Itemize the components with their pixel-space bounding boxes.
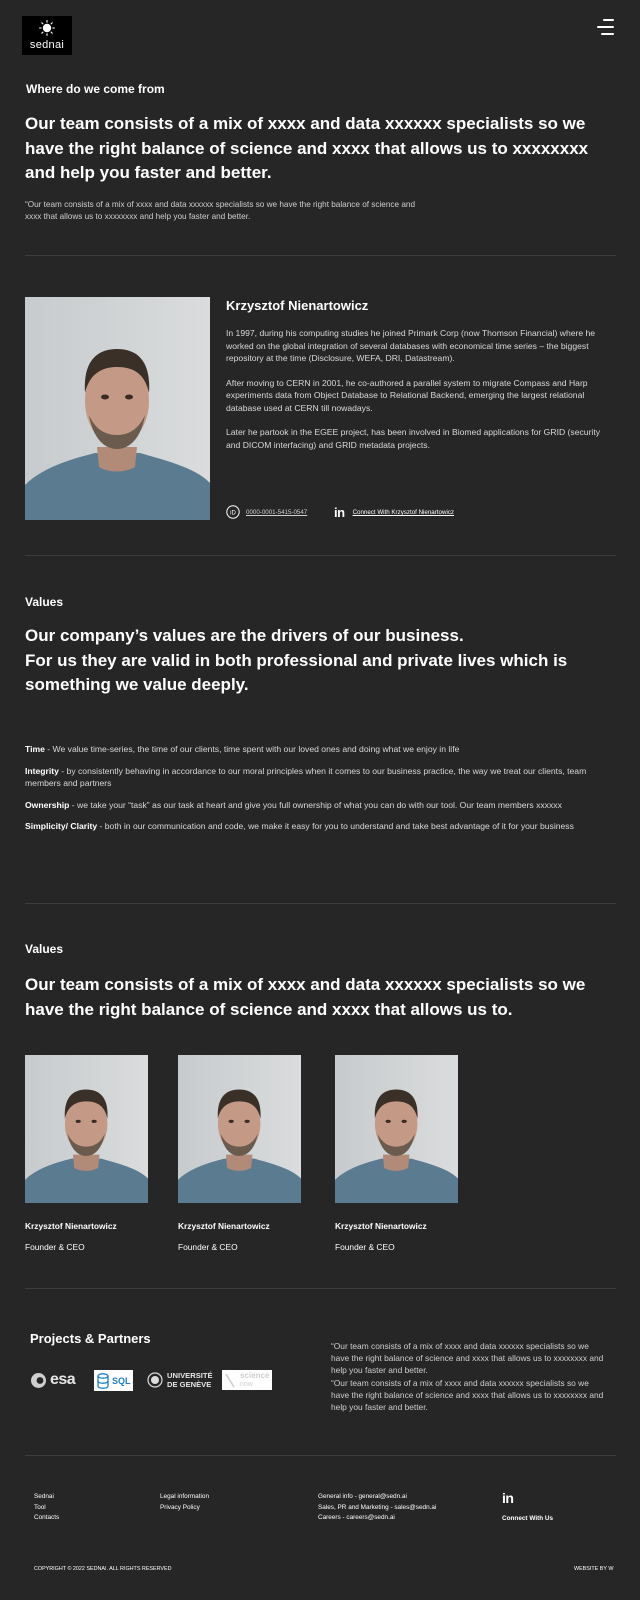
member-name: Krzysztof Nienartowicz <box>335 1221 427 1231</box>
bio-paragraph: After moving to CERN in 2001, he co-auth… <box>226 377 588 413</box>
member-role: Founder & CEO <box>178 1242 238 1252</box>
intro-eyebrow: Where do we come from <box>26 82 165 96</box>
sql-logo[interactable]: SQL <box>94 1370 133 1391</box>
founder-name: Krzysztof Nienartowicz <box>226 298 369 313</box>
value-item: Time - We value time-series, the time of… <box>25 743 615 756</box>
divider <box>25 1455 616 1456</box>
values-heading-line: Our company’s values are the drivers of … <box>25 626 464 645</box>
intro-heading: Our team consists of a mix of xxxx and d… <box>25 114 589 182</box>
menu-icon[interactable] <box>596 18 614 36</box>
value-text: - by consistently behaving in accordance… <box>25 765 587 789</box>
sql-wordmark: SQL <box>112 1375 131 1386</box>
intro-quote: “Our team consists of a mix of xxxx and … <box>25 200 415 221</box>
brand-logo[interactable]: sednai <box>22 16 72 55</box>
value-item: Simplicity/ Clarity - both in our commun… <box>25 820 615 833</box>
founder-bio: In 1997, during his computing studies he… <box>226 327 606 463</box>
footer-col-nav: Sednai Tool Contacts <box>34 1492 59 1524</box>
founder-linkedin-label[interactable]: Connect With Krzysztof Nienartowicz <box>353 509 454 516</box>
orcid-icon: iD <box>226 505 240 519</box>
member-photo <box>178 1055 301 1203</box>
copyright: COPYRIGHT © 2022 SEDNAI. ALL RIGHTS RESE… <box>34 1566 172 1572</box>
sun-icon <box>39 20 55 36</box>
member-role: Founder & CEO <box>335 1242 395 1252</box>
team-eyebrow: Values <box>25 942 64 956</box>
footer-link-privacy[interactable]: Privacy Policy <box>160 1503 209 1514</box>
svg-text:iD: iD <box>230 510 236 516</box>
bio-paragraph: In 1997, during his computing studies he… <box>226 328 596 363</box>
bio-paragraph: Later he partook in the EGEE project, ha… <box>226 427 601 450</box>
science-line2: now <box>240 1381 253 1388</box>
footer-email-sales[interactable]: Sales, PR and Marketing - sales@sedn.ai <box>318 1503 436 1514</box>
value-title: Ownership <box>25 799 70 810</box>
geneve-line1: UNIVERSITÉ <box>167 1371 213 1380</box>
linkedin-icon[interactable]: in <box>502 1490 514 1506</box>
footer-email-general[interactable]: General info - general@sedn.ai <box>318 1492 436 1503</box>
divider <box>25 1288 616 1289</box>
esa-wordmark: esa <box>50 1371 76 1388</box>
member-photo <box>25 1055 148 1203</box>
footer-link-contacts[interactable]: Contacts <box>34 1513 59 1524</box>
divider <box>25 255 616 256</box>
values-eyebrow: Values <box>25 595 64 609</box>
website-credit[interactable]: WEBSITE BY W <box>574 1566 613 1572</box>
team-heading: Our team consists of a mix of xxxx and d… <box>25 975 586 1019</box>
science-now-logo[interactable]: science now <box>222 1370 272 1390</box>
member-name: Krzysztof Nienartowicz <box>25 1221 117 1231</box>
value-text: - both in our communication and code, we… <box>97 821 574 831</box>
orcid-link[interactable]: iD 0000-0001-5415-0547 <box>226 505 307 519</box>
footer-col-contact: General info - general@sedn.ai Sales, PR… <box>318 1492 436 1524</box>
esa-logo[interactable]: esa <box>30 1370 76 1390</box>
value-text: - we take your “task” as our task at hea… <box>69 799 562 810</box>
footer-link-tool[interactable]: Tool <box>34 1503 59 1514</box>
value-item: Ownership - we take your “task” as our t… <box>25 799 615 812</box>
values-heading-line: For us they are valid in both profession… <box>25 650 568 695</box>
value-title: Simplicity/ Clarity <box>25 821 98 831</box>
footer-link-legal[interactable]: Legal information <box>160 1492 209 1503</box>
geneve-line2: DE GENÈVE <box>167 1380 212 1389</box>
member-photo <box>335 1055 458 1203</box>
founder-photo <box>25 297 210 520</box>
esa-mark-icon <box>31 1372 46 1388</box>
science-line1: science <box>240 1371 270 1380</box>
brand-name: sednai <box>29 39 65 51</box>
member-role: Founder & CEO <box>25 1242 85 1252</box>
partners-title: Projects & Partners <box>30 1331 151 1346</box>
values-heading: Our company’s values are the drivers of … <box>25 624 615 698</box>
value-title: Time <box>25 744 45 754</box>
university-seal-icon <box>147 1372 163 1388</box>
divider <box>25 903 616 904</box>
value-title: Integrity <box>25 765 59 776</box>
footer-link-sednai[interactable]: Sednai <box>34 1492 59 1503</box>
linkedin-icon: in <box>334 505 345 520</box>
footer-email-careers[interactable]: Careers - careers@sedn.ai <box>318 1513 436 1524</box>
slash-icon <box>225 1373 235 1388</box>
value-item: Integrity - by consistently behaving in … <box>25 765 615 790</box>
member-name: Krzysztof Nienartowicz <box>178 1221 270 1231</box>
database-icon <box>97 1372 109 1389</box>
partners-quote: “Our team consists of a mix of xxxx and … <box>331 1341 604 1413</box>
value-text: - We value time-series, the time of our … <box>44 744 460 754</box>
orcid-number[interactable]: 0000-0001-5415-0547 <box>246 509 307 516</box>
footer-col-legal: Legal information Privacy Policy <box>160 1492 209 1513</box>
geneve-logo[interactable]: UNIVERSITÉ DE GENÈVE <box>147 1370 213 1390</box>
divider <box>25 555 616 556</box>
footer-connect-link[interactable]: Connect With Us <box>502 1515 553 1522</box>
values-list: Time - We value time-series, the time of… <box>25 743 615 842</box>
founder-linkedin-link[interactable]: in Connect With Krzysztof Nienartowicz <box>334 505 454 520</box>
